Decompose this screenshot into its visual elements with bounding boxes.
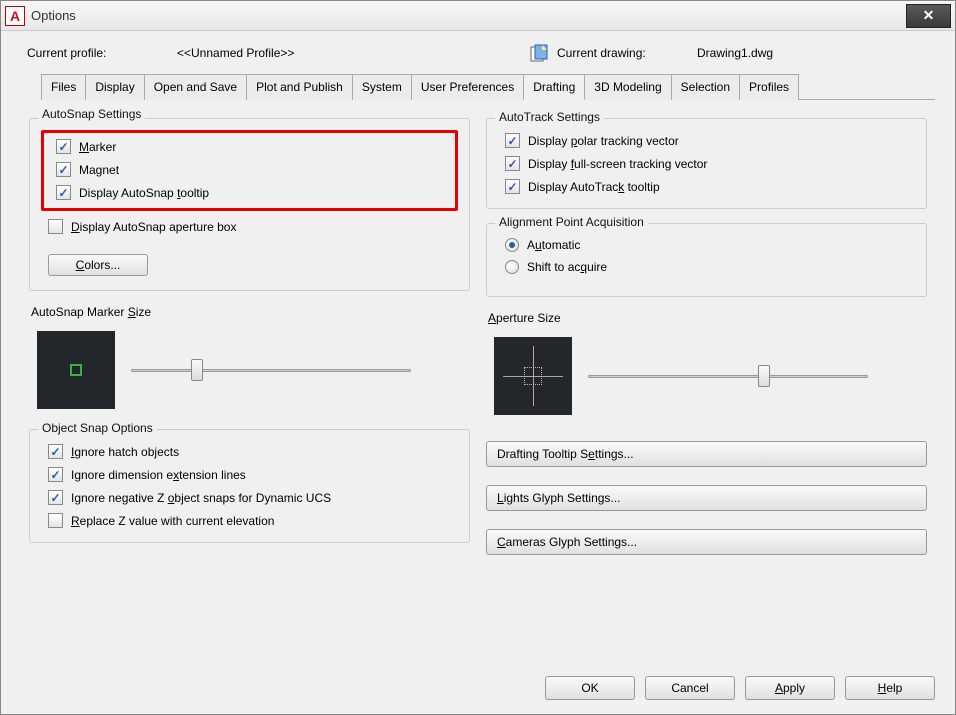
object-snap-options-title: Object Snap Options [38, 421, 157, 435]
tab-drafting[interactable]: Drafting [523, 74, 585, 100]
checkbox-icon [505, 133, 520, 148]
aperture-cross-icon [503, 346, 563, 406]
help-button[interactable]: Help [845, 676, 935, 700]
current-drawing-label: Current drawing: [557, 46, 697, 60]
checkbox-icon [48, 513, 63, 528]
close-button[interactable]: ✕ [906, 4, 951, 28]
checkbox-icon [48, 444, 63, 459]
aperture-box-label: Display AutoSnap aperture box [71, 220, 236, 234]
autosnap-marker-size-group: AutoSnap Marker Size [29, 305, 470, 415]
ignore-hatch-label: Ignore hatch objects [71, 445, 179, 459]
checkbox-icon [505, 156, 520, 171]
marker-size-slider[interactable] [131, 359, 411, 381]
marker-square-icon [70, 364, 82, 376]
app-icon: A [5, 6, 25, 26]
tab-strip: Files Display Open and Save Plot and Pub… [41, 73, 935, 100]
radio-icon [505, 238, 519, 252]
polar-tracking-checkbox[interactable]: Display polar tracking vector [505, 133, 912, 148]
alignment-point-group: Alignment Point Acquisition Automatic Sh… [486, 223, 927, 297]
autotrack-tooltip-checkbox[interactable]: Display AutoTrack tooltip [505, 179, 912, 194]
autosnap-settings-group: AutoSnap Settings Marker Magnet Display … [29, 118, 470, 291]
polar-tracking-label: Display polar tracking vector [528, 134, 679, 148]
options-dialog: A Options ✕ Current profile: <<Unnamed P… [0, 0, 956, 715]
checkbox-icon [48, 467, 63, 482]
marker-checkbox[interactable]: Marker [56, 139, 447, 154]
shift-acquire-radio[interactable]: Shift to acquire [505, 260, 912, 274]
current-drawing-value: Drawing1.dwg [697, 46, 773, 60]
aperture-preview [494, 337, 572, 415]
marker-label: Marker [79, 140, 116, 154]
fullscreen-tracking-checkbox[interactable]: Display full-screen tracking vector [505, 156, 912, 171]
automatic-radio[interactable]: Automatic [505, 238, 912, 252]
highlight-box: AutoSnap Settings Marker Magnet Display … [41, 130, 458, 211]
magnet-checkbox[interactable]: Magnet [56, 162, 447, 177]
current-profile-label: Current profile: [27, 46, 177, 60]
checkbox-icon [505, 179, 520, 194]
marker-preview [37, 331, 115, 409]
automatic-label: Automatic [527, 238, 580, 252]
ignore-hatch-checkbox[interactable]: Ignore hatch objects [48, 444, 455, 459]
shift-acquire-label: Shift to acquire [527, 260, 607, 274]
slider-thumb[interactable] [191, 359, 203, 381]
aperture-size-group: Aperture Size [486, 311, 927, 421]
tab-selection[interactable]: Selection [671, 74, 740, 100]
autosnap-tooltip-checkbox[interactable]: Display AutoSnap tooltip [56, 185, 447, 200]
cameras-glyph-settings-button[interactable]: Cameras Glyph Settings... [486, 529, 927, 555]
slider-thumb[interactable] [758, 365, 770, 387]
tab-3d-modeling[interactable]: 3D Modeling [584, 74, 671, 100]
drawing-icon [529, 43, 549, 63]
cancel-button[interactable]: Cancel [645, 676, 735, 700]
autosnap-tooltip-label: Display AutoSnap tooltip [79, 186, 209, 200]
titlebar: A Options ✕ [1, 1, 955, 31]
replace-z-checkbox[interactable]: Replace Z value with current elevation [48, 513, 455, 528]
ignore-dim-ext-label: Ignore dimension extension lines [71, 468, 246, 482]
radio-icon [505, 260, 519, 274]
ignore-neg-z-label: Ignore negative Z object snaps for Dynam… [71, 491, 331, 505]
ignore-neg-z-checkbox[interactable]: Ignore negative Z object snaps for Dynam… [48, 490, 455, 505]
autotrack-tooltip-label: Display AutoTrack tooltip [528, 180, 660, 194]
checkbox-icon [48, 219, 63, 234]
apply-button[interactable]: Apply [745, 676, 835, 700]
fullscreen-tracking-label: Display full-screen tracking vector [528, 157, 707, 171]
ok-button[interactable]: OK [545, 676, 635, 700]
checkbox-icon [48, 490, 63, 505]
tab-plot-and-publish[interactable]: Plot and Publish [246, 74, 353, 100]
dialog-footer: OK Cancel Apply Help [545, 676, 935, 700]
checkbox-icon [56, 185, 71, 200]
aperture-size-slider[interactable] [588, 365, 868, 387]
object-snap-options-group: Object Snap Options Ignore hatch objects… [29, 429, 470, 543]
tab-open-and-save[interactable]: Open and Save [144, 74, 247, 100]
tab-files[interactable]: Files [41, 74, 86, 100]
aperture-box-checkbox[interactable]: Display AutoSnap aperture box [48, 219, 455, 234]
checkbox-icon [56, 139, 71, 154]
lights-glyph-settings-button[interactable]: Lights Glyph Settings... [486, 485, 927, 511]
magnet-label: Magnet [79, 163, 119, 177]
autotrack-settings-group: AutoTrack Settings Display polar trackin… [486, 118, 927, 209]
autosnap-settings-title: AutoSnap Settings [38, 107, 145, 121]
aperture-size-label: Aperture Size [488, 311, 925, 325]
drafting-tooltip-settings-button[interactable]: Drafting Tooltip Settings... [486, 441, 927, 467]
replace-z-label: Replace Z value with current elevation [71, 514, 274, 528]
tab-user-preferences[interactable]: User Preferences [411, 74, 524, 100]
ignore-dim-ext-checkbox[interactable]: Ignore dimension extension lines [48, 467, 455, 482]
autosnap-marker-size-label: AutoSnap Marker Size [31, 305, 468, 319]
tab-system[interactable]: System [352, 74, 412, 100]
checkbox-icon [56, 162, 71, 177]
alignment-point-title: Alignment Point Acquisition [495, 215, 648, 229]
tab-profiles[interactable]: Profiles [739, 74, 799, 100]
colors-button[interactable]: Colors... [48, 254, 148, 276]
tab-display[interactable]: Display [85, 74, 144, 100]
current-profile-value: <<Unnamed Profile>> [177, 46, 529, 60]
window-title: Options [31, 8, 76, 23]
autotrack-settings-title: AutoTrack Settings [495, 110, 604, 124]
profile-row: Current profile: <<Unnamed Profile>> Cur… [21, 43, 935, 63]
